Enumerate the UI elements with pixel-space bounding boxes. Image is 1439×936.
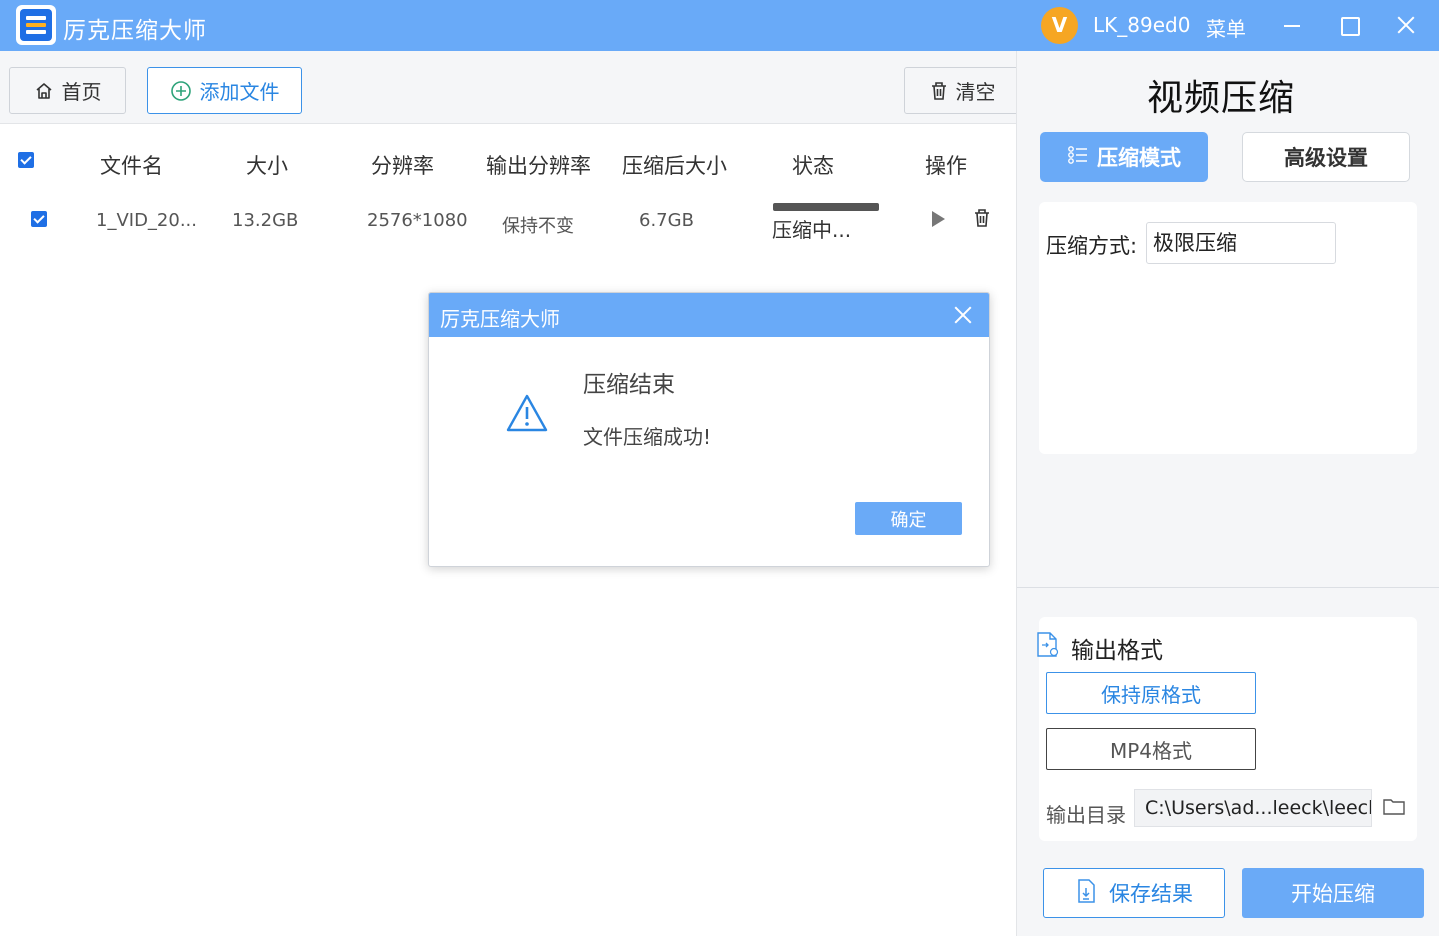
right-panel: 视频压缩 压缩模式 高级设置 压缩方式: 极限压缩 输出格式 保持原格式 MP4… (1016, 51, 1439, 936)
title-bar: 厉克压缩大师 V LK_89ed0 菜单 (0, 0, 1439, 51)
minimize-icon[interactable] (1276, 10, 1306, 40)
tab-compress-mode-label: 压缩模式 (1097, 146, 1181, 170)
compress-mode-card: 压缩方式: 极限压缩 (1039, 202, 1417, 454)
trash-icon (930, 81, 948, 101)
format-mp4-button[interactable]: MP4格式 (1046, 728, 1256, 770)
dialog-ok-button[interactable]: 确定 (855, 502, 962, 535)
start-compress-button[interactable]: 开始压缩 (1242, 868, 1424, 918)
column-header: 分辨率 (371, 154, 434, 178)
method-select[interactable]: 极限压缩 (1146, 222, 1336, 264)
home-button[interactable]: 首页 (9, 67, 126, 114)
panel-title: 视频压缩 (1147, 78, 1296, 119)
tab-advanced-settings[interactable]: 高级设置 (1242, 132, 1410, 182)
home-icon (34, 81, 54, 101)
file-resolution: 2576*1080 (367, 210, 468, 231)
select-all-checkbox[interactable] (18, 152, 34, 168)
save-result-label: 保存结果 (1109, 882, 1193, 906)
app-title: 厉克压缩大师 (63, 18, 207, 44)
clear-label: 清空 (955, 80, 996, 104)
output-dir-field[interactable]: C:\Users\ad...leeck\leeck (1134, 789, 1372, 827)
dialog-title: 厉克压缩大师 (440, 307, 560, 331)
warning-icon (505, 393, 549, 437)
folder-icon[interactable] (1382, 797, 1406, 821)
format-keep-original-button[interactable]: 保持原格式 (1046, 672, 1256, 714)
progress-bar (773, 203, 879, 211)
output-dir-label: 输出目录 (1046, 803, 1126, 827)
column-header: 文件名 (100, 154, 163, 178)
settings-sliders-icon (1067, 145, 1089, 170)
divider (1017, 587, 1439, 588)
dialog-close-icon[interactable] (949, 301, 977, 329)
dialog-heading: 压缩结束 (583, 372, 675, 398)
app-logo-icon (16, 5, 56, 45)
add-file-button[interactable]: 添加文件 (147, 67, 302, 114)
username[interactable]: LK_89ed0 (1093, 13, 1190, 37)
file-name: 1_VID_20... (96, 210, 198, 231)
progress-fill (773, 203, 879, 211)
clear-button[interactable]: 清空 (904, 67, 1021, 114)
column-header: 大小 (246, 154, 288, 178)
delete-row-icon[interactable] (973, 208, 991, 232)
add-circle-icon (170, 80, 192, 102)
avatar[interactable]: V (1041, 7, 1078, 44)
save-file-icon (1075, 878, 1097, 909)
status-text: 压缩中... (772, 218, 852, 242)
home-label: 首页 (61, 80, 102, 104)
compressed-size: 6.7GB (639, 210, 694, 231)
save-result-button[interactable]: 保存结果 (1043, 868, 1225, 918)
tab-compress-mode[interactable]: 压缩模式 (1040, 132, 1208, 182)
play-icon[interactable] (932, 211, 945, 227)
dialog-header: 厉克压缩大师 (429, 293, 989, 337)
menu-button[interactable]: 菜单 (1206, 13, 1246, 42)
output-format-title: 输出格式 (1071, 638, 1163, 664)
row-checkbox[interactable] (31, 211, 47, 227)
table-header: 文件名 大小 分辨率 输出分辨率 压缩后大小 状态 操作 (0, 124, 1016, 198)
output-resolution: 保持不变 (502, 216, 574, 237)
file-format-icon (1035, 631, 1061, 663)
file-size: 13.2GB (232, 210, 299, 231)
method-label: 压缩方式: (1046, 234, 1138, 258)
column-header: 操作 (925, 154, 967, 178)
add-file-label: 添加文件 (199, 80, 280, 104)
tab-advanced-label: 高级设置 (1284, 146, 1368, 170)
maximize-icon[interactable] (1333, 10, 1363, 40)
table-row: 1_VID_20... 13.2GB 2576*1080 保持不变 6.7GB … (0, 196, 1016, 246)
result-dialog: 厉克压缩大师 压缩结束 文件压缩成功! 确定 (428, 292, 990, 567)
toolbar: 首页 添加文件 清空 (0, 51, 1021, 124)
dialog-message: 文件压缩成功! (583, 425, 712, 449)
column-header: 压缩后大小 (622, 154, 727, 178)
column-header: 状态 (792, 154, 834, 178)
close-icon[interactable] (1390, 10, 1420, 40)
output-format-card: 输出格式 保持原格式 MP4格式 输出目录 C:\Users\ad...leec… (1037, 617, 1417, 841)
column-header: 输出分辨率 (486, 154, 591, 178)
